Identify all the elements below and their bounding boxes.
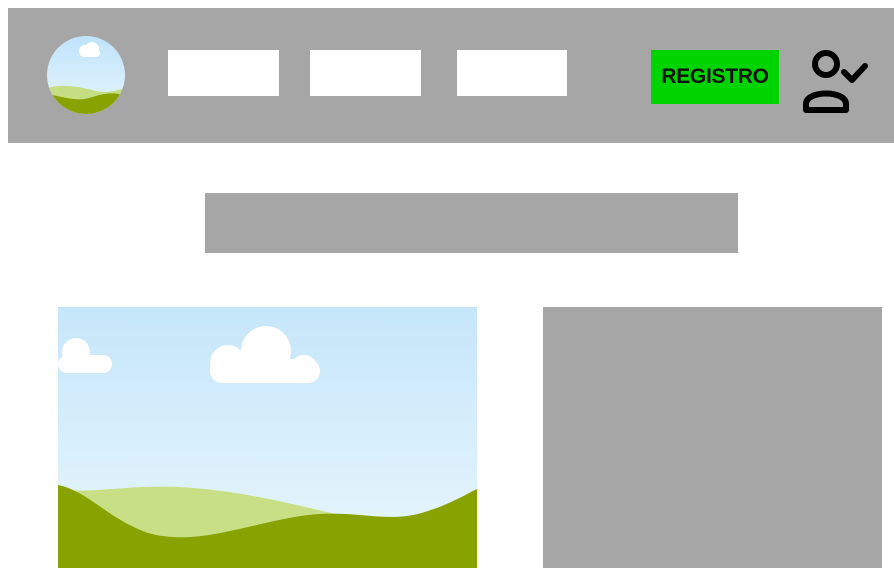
hero-landscape-image [58, 307, 477, 568]
register-button[interactable]: REGISTRO [651, 50, 779, 104]
user-check-icon[interactable] [800, 46, 872, 118]
nav-link-2[interactable] [310, 50, 421, 96]
side-panel [543, 307, 882, 568]
page-title-placeholder [205, 193, 738, 253]
nav-link-1[interactable] [168, 50, 279, 96]
logo-landscape-icon[interactable] [47, 36, 125, 114]
nav-link-3[interactable] [457, 50, 567, 96]
